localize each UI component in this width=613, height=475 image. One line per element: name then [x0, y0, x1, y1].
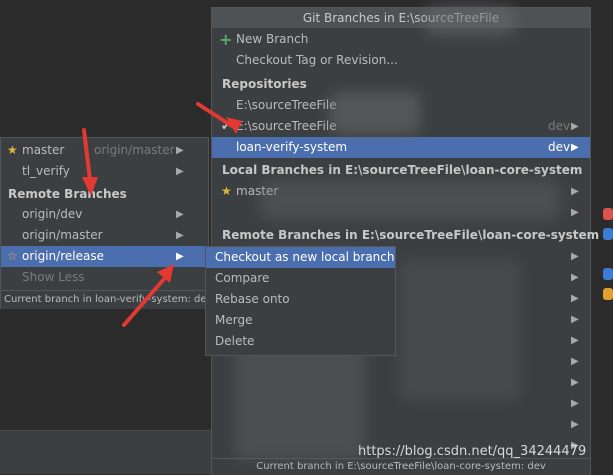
annotation-arrows: [82, 102, 242, 327]
arrow-to-submenu: [122, 264, 174, 327]
arrow-to-remote-branches: [82, 128, 98, 196]
arrow-to-repo: [196, 102, 242, 134]
